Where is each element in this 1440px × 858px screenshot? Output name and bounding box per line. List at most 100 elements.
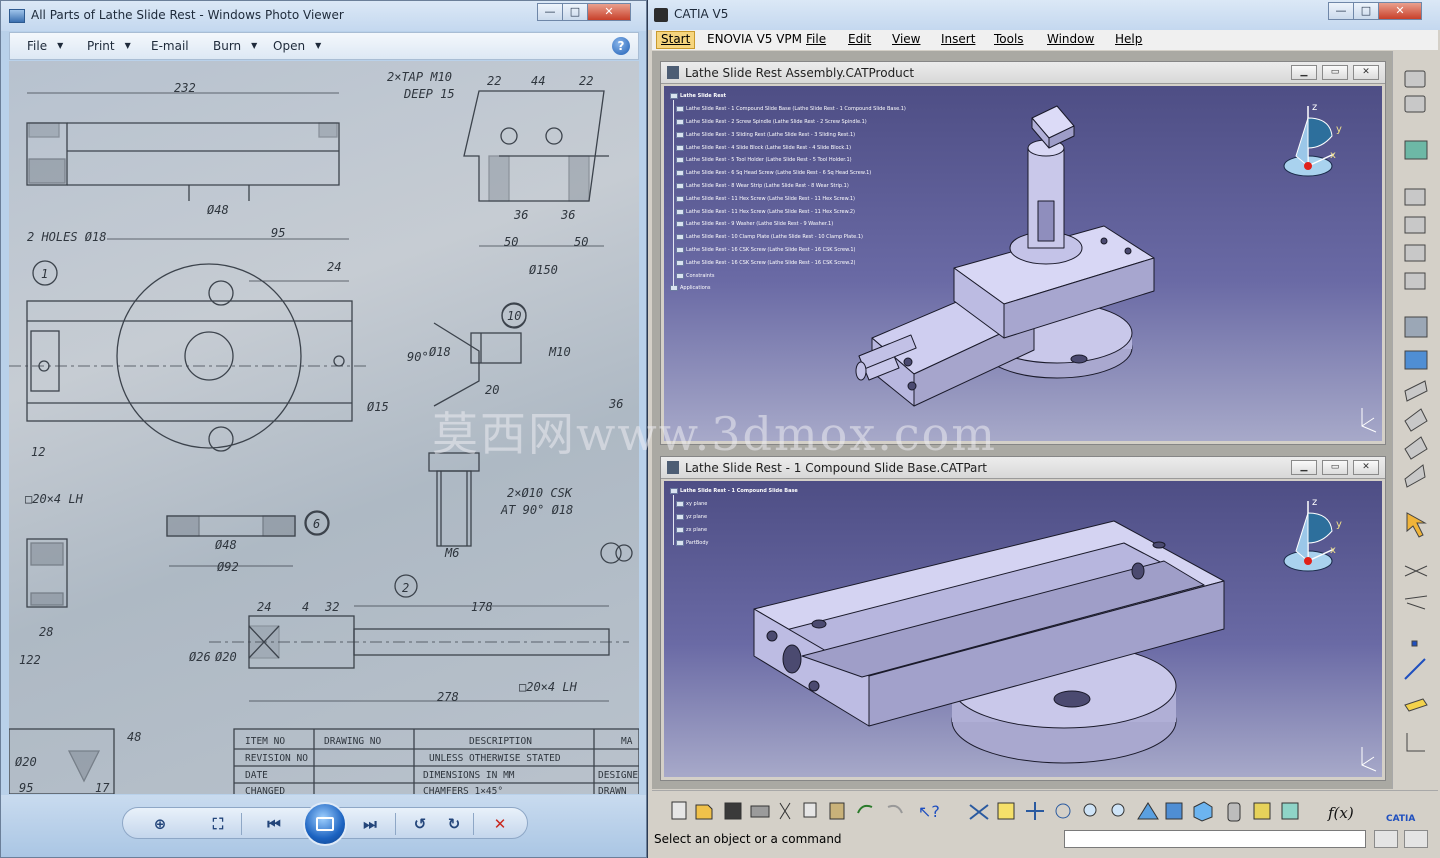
close-button[interactable]: ✕	[587, 3, 631, 21]
print-icon[interactable]	[750, 805, 770, 818]
minimize-button[interactable]: ▁	[1291, 460, 1317, 475]
new-component-icon[interactable]	[1404, 216, 1426, 234]
rotate-icon[interactable]	[1055, 803, 1071, 819]
hide-show-icon[interactable]	[1253, 802, 1271, 820]
fly-mode-icon[interactable]	[969, 804, 989, 820]
menu-edit[interactable]: Edit	[848, 32, 871, 46]
menu-email[interactable]: E-mail	[151, 39, 189, 53]
menu-start[interactable]: Start	[656, 31, 696, 49]
new-part-icon[interactable]	[1404, 272, 1426, 290]
catia-titlebar[interactable]: CATIA V5 — □ ✕	[648, 0, 1440, 30]
menu-print[interactable]: Print ▼	[87, 39, 131, 53]
drawing-annotations: 232 2×TAP M10 DEEP 15 22 44 22 Ø48 36 36…	[15, 70, 638, 794]
menu-file[interactable]: File ▼	[27, 39, 63, 53]
minimize-button[interactable]: ▁	[1291, 65, 1317, 80]
sketch-icon[interactable]	[1404, 380, 1428, 402]
fit-all-icon[interactable]	[997, 802, 1015, 820]
point-icon[interactable]	[1411, 640, 1418, 647]
assembly-document-titlebar[interactable]: Lathe Slide Rest Assembly.CATProduct ▁ ▭…	[661, 62, 1385, 84]
manipulation-icon[interactable]	[1404, 140, 1428, 160]
drawing-photo[interactable]: 232 2×TAP M10 DEEP 15 22 44 22 Ø48 36 36…	[9, 61, 639, 794]
stop-command-icon[interactable]	[1404, 830, 1428, 848]
assembly-document-title: Lathe Slide Rest Assembly.CATProduct	[685, 66, 915, 80]
new-document-icon[interactable]	[671, 801, 687, 820]
axis-icon[interactable]	[1406, 733, 1425, 752]
menu-tools[interactable]: Tools	[994, 32, 1024, 46]
compass-icon[interactable]: z y x	[1278, 96, 1342, 180]
power-input-icon[interactable]	[1374, 830, 1398, 848]
whats-this-icon[interactable]: ↖?	[918, 802, 940, 821]
pocket-icon[interactable]	[1404, 436, 1428, 460]
product-icon	[667, 66, 679, 79]
menu-enovia[interactable]: ENOVIA V5 VPM	[707, 32, 802, 46]
product-structure-icon[interactable]	[1404, 70, 1426, 88]
menu-insert[interactable]: Insert	[941, 32, 975, 46]
restore-button[interactable]: ▭	[1322, 65, 1348, 80]
command-input[interactable]	[1064, 830, 1366, 848]
minimize-button[interactable]: —	[537, 3, 563, 21]
minimize-button[interactable]: —	[1328, 2, 1354, 20]
snap-icon[interactable]	[1404, 565, 1428, 577]
part-document-titlebar[interactable]: Lathe Slide Rest - 1 Compound Slide Base…	[661, 457, 1385, 479]
dim-text: Ø26	[189, 650, 211, 664]
maximize-button[interactable]: □	[1353, 2, 1379, 20]
close-button[interactable]: ✕	[1353, 460, 1379, 475]
paste-icon[interactable]	[829, 802, 845, 820]
restore-button[interactable]: ▭	[1322, 460, 1348, 475]
cut-icon[interactable]	[779, 802, 791, 820]
new-product-icon[interactable]	[1404, 244, 1426, 262]
close-button[interactable]: ✕	[1378, 2, 1422, 20]
fix-icon[interactable]	[1404, 350, 1428, 370]
photo-viewer-titlebar[interactable]: All Parts of Lathe Slide Rest - Windows …	[1, 1, 646, 31]
plane-icon[interactable]	[1404, 698, 1428, 712]
pan-icon[interactable]	[1026, 802, 1044, 820]
delete-icon[interactable]: ✕	[489, 814, 511, 834]
menu-file[interactable]: File	[806, 32, 826, 46]
rotate-counterclockwise-icon[interactable]: ↺	[409, 814, 431, 834]
open-folder-icon[interactable]	[695, 804, 713, 820]
shaft-icon[interactable]	[1404, 464, 1426, 488]
catalog-icon[interactable]	[1404, 95, 1426, 113]
dim-text: 178	[471, 600, 493, 614]
formula-icon[interactable]: f(x)	[1327, 804, 1354, 822]
normal-view-icon[interactable]	[1137, 802, 1159, 820]
menu-window[interactable]: Window	[1047, 32, 1094, 46]
dim-text: 278	[437, 690, 459, 704]
dim-text: 1	[41, 267, 48, 281]
line-icon[interactable]	[1404, 658, 1426, 680]
existing-component-icon[interactable]	[1404, 188, 1426, 206]
redo-icon[interactable]	[887, 804, 903, 814]
measure-icon[interactable]	[1404, 595, 1428, 610]
multi-view-icon[interactable]	[1165, 802, 1183, 820]
zoom-in-icon[interactable]	[1083, 803, 1097, 817]
part-3d-viewport[interactable]: Lathe Slide Rest - 1 Compound Slide Base…	[664, 481, 1382, 777]
swap-visible-space-icon[interactable]	[1281, 802, 1299, 820]
bottom-toolbar: ↖? f(x) CATIA	[652, 790, 1438, 826]
menu-view[interactable]: View	[892, 32, 920, 46]
actual-size-icon[interactable]: ⛶	[207, 814, 229, 834]
previous-icon[interactable]: ⏮	[263, 814, 285, 834]
photo-viewer-window-controls: — □ ✕	[537, 3, 631, 21]
photo-viewer-menubar: File ▼ Print ▼ E-mail Burn ▼ Open ▼ ?	[9, 32, 639, 60]
maximize-button[interactable]: □	[562, 3, 588, 21]
menu-open[interactable]: Open ▼	[273, 39, 321, 53]
shading-icon[interactable]	[1227, 802, 1241, 822]
select-cursor-icon[interactable]	[1406, 512, 1427, 538]
zoom-icon[interactable]: ⊕	[149, 814, 171, 834]
zoom-out-icon[interactable]	[1111, 803, 1125, 817]
constraint-icon[interactable]	[1404, 316, 1428, 338]
menu-burn[interactable]: Burn ▼	[213, 39, 257, 53]
compass-icon[interactable]: z y x	[1278, 491, 1342, 575]
menu-help[interactable]: Help	[1115, 32, 1142, 46]
save-icon[interactable]	[724, 802, 742, 820]
rotate-clockwise-icon[interactable]: ↻	[443, 814, 465, 834]
next-icon[interactable]: ⏭	[359, 814, 381, 834]
iso-view-icon[interactable]	[1193, 801, 1213, 822]
assembly-3d-viewport[interactable]: Lathe Slide Rest Lathe Slide Rest - 1 Co…	[664, 86, 1382, 441]
slideshow-button[interactable]	[303, 802, 347, 846]
pad-icon[interactable]	[1404, 408, 1428, 432]
close-button[interactable]: ✕	[1353, 65, 1379, 80]
help-icon[interactable]: ?	[612, 37, 630, 55]
undo-icon[interactable]	[857, 804, 873, 814]
copy-icon[interactable]	[803, 802, 817, 818]
